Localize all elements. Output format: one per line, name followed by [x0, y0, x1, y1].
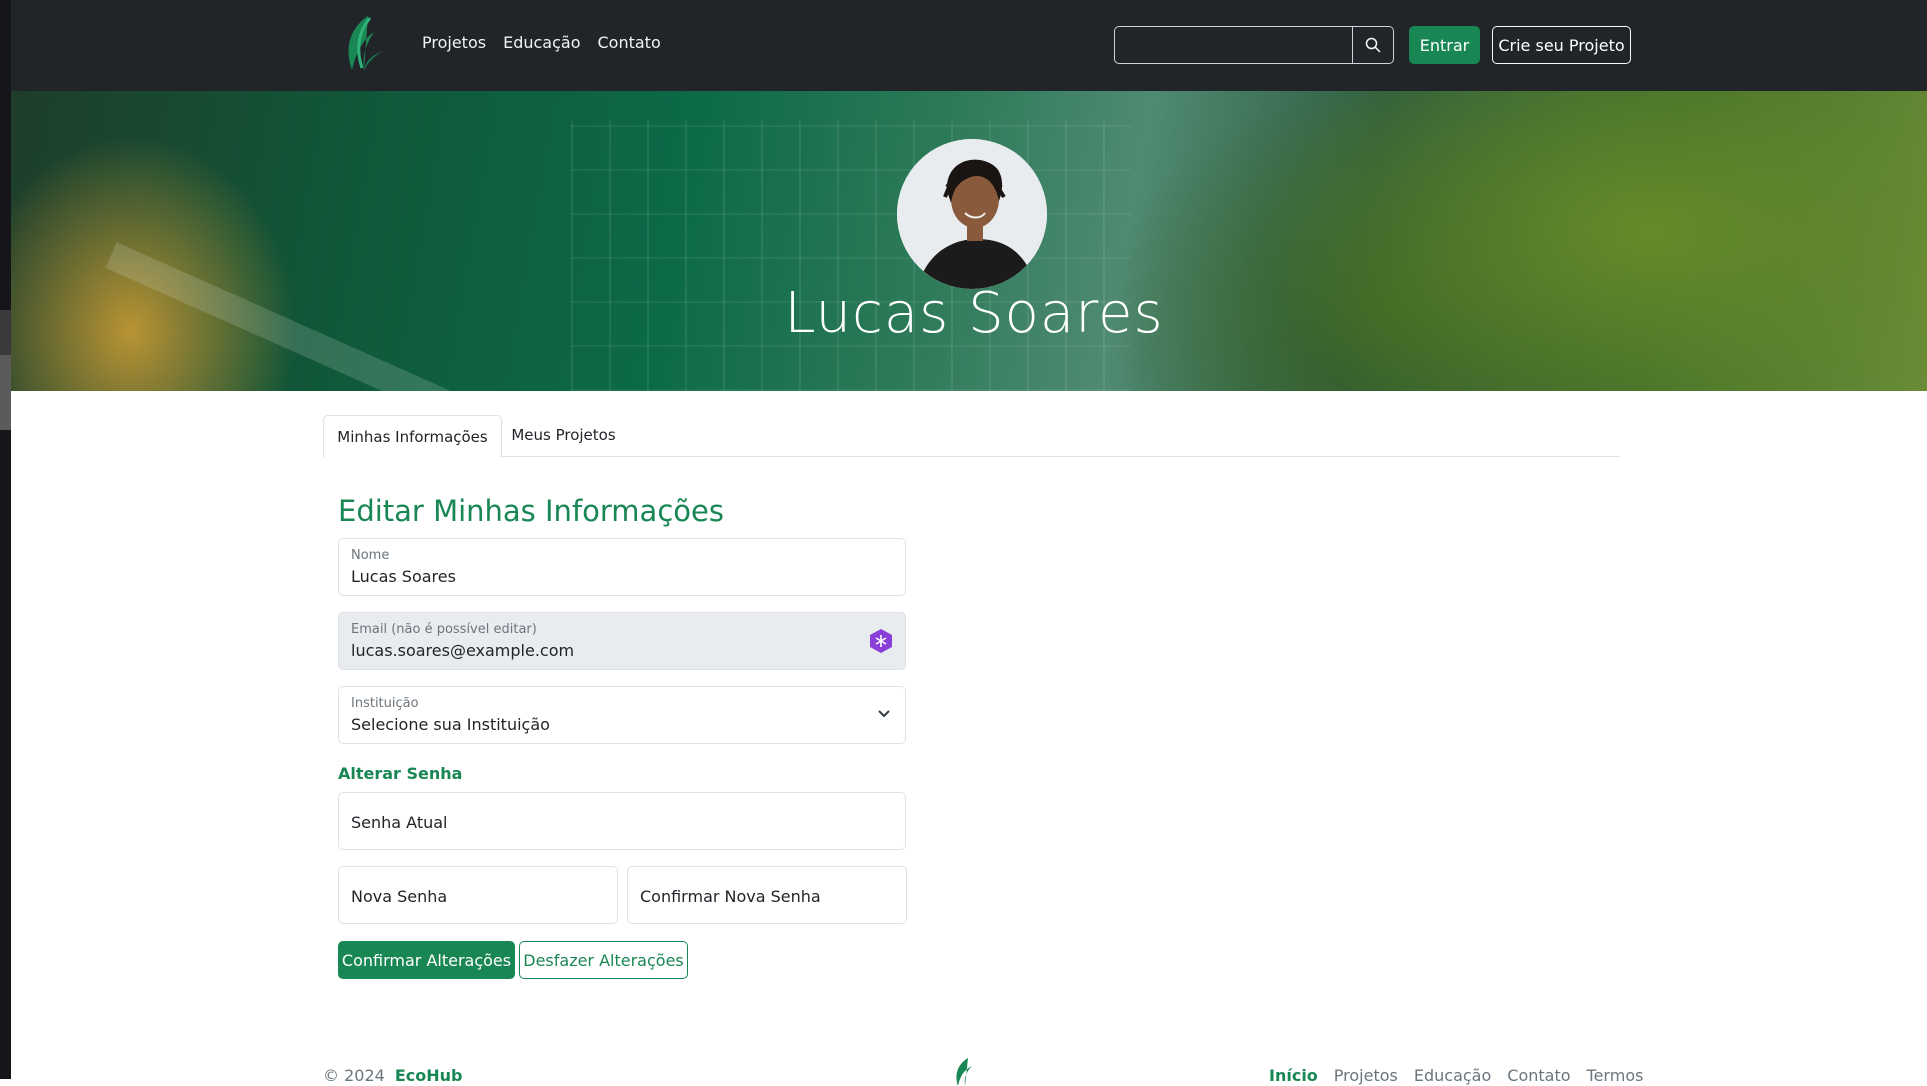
leaf-logo-icon[interactable] [340, 14, 388, 72]
create-project-button[interactable]: Crie seu Projeto [1492, 26, 1631, 64]
email-field-value: lucas.soares@example.com [351, 641, 575, 660]
undo-changes-button[interactable]: Desfazer Alterações [519, 941, 688, 979]
email-field: Email (não é possível editar) lucas.soar… [338, 612, 906, 670]
window-edge-segment [0, 310, 11, 355]
current-password-field[interactable]: Senha Atual [338, 792, 906, 850]
copyright-text: © 2024 [323, 1066, 385, 1085]
footer-link-projetos[interactable]: Projetos [1334, 1066, 1398, 1085]
footer-link-inicio[interactable]: Início [1269, 1066, 1318, 1085]
profile-name: Lucas Soares [784, 281, 1164, 346]
confirm-changes-button[interactable]: Confirmar Alterações [338, 941, 515, 979]
confirm-password-placeholder: Confirmar Nova Senha [640, 887, 821, 906]
institution-select-value: Selecione sua Instituição [351, 715, 550, 734]
nav-links: Projetos Educação Contato [422, 33, 661, 52]
nav-link-educacao[interactable]: Educação [503, 33, 580, 52]
search-bar [1114, 26, 1394, 64]
institution-select-label: Instituição [351, 696, 419, 711]
footer-leaf-logo-icon[interactable] [950, 1056, 980, 1086]
name-field-label: Nome [351, 548, 390, 563]
window-edge [0, 0, 11, 1079]
search-icon [1365, 37, 1381, 53]
search-button[interactable] [1353, 26, 1394, 64]
window-edge-segment [0, 355, 11, 430]
profile-banner: Lucas Soares [11, 91, 1927, 391]
profile-tabs: Minhas Informações Meus Projetos [323, 415, 1620, 458]
tab-meus-projetos[interactable]: Meus Projetos [501, 415, 626, 455]
new-password-field[interactable]: Nova Senha [338, 866, 618, 924]
form-title: Editar Minhas Informações [338, 494, 724, 528]
footer-link-contato[interactable]: Contato [1507, 1066, 1570, 1085]
footer-link-educacao[interactable]: Educação [1414, 1066, 1491, 1085]
new-password-placeholder: Nova Senha [351, 887, 448, 906]
institution-select[interactable]: Instituição Selecione sua Instituição [338, 686, 906, 744]
login-button[interactable]: Entrar [1409, 26, 1480, 64]
tab-minhas-informacoes[interactable]: Minhas Informações [323, 415, 502, 458]
search-input[interactable] [1114, 26, 1353, 64]
nav-link-projetos[interactable]: Projetos [422, 33, 486, 52]
current-password-placeholder: Senha Atual [351, 813, 448, 832]
nav-link-contato[interactable]: Contato [597, 33, 660, 52]
avatar-photo [897, 139, 1047, 289]
navbar: Projetos Educação Contato Entrar Crie se… [11, 0, 1927, 91]
footer-nav: Início Projetos Educação Contato Termos [1269, 1066, 1643, 1085]
name-field[interactable]: Nome Lucas Soares [338, 538, 906, 596]
email-field-label: Email (não é possível editar) [351, 622, 537, 637]
banner-building-texture [571, 121, 1131, 391]
avatar [897, 139, 1047, 289]
password-manager-icon[interactable] [869, 628, 893, 654]
footer-brand-link[interactable]: EcoHub [395, 1066, 463, 1085]
chevron-down-icon [878, 710, 890, 718]
footer-copyright: © 2024 EcoHub [323, 1066, 462, 1085]
confirm-password-field[interactable]: Confirmar Nova Senha [627, 866, 907, 924]
name-field-value: Lucas Soares [351, 567, 456, 586]
change-password-heading: Alterar Senha [338, 764, 463, 783]
footer-link-termos[interactable]: Termos [1587, 1066, 1644, 1085]
